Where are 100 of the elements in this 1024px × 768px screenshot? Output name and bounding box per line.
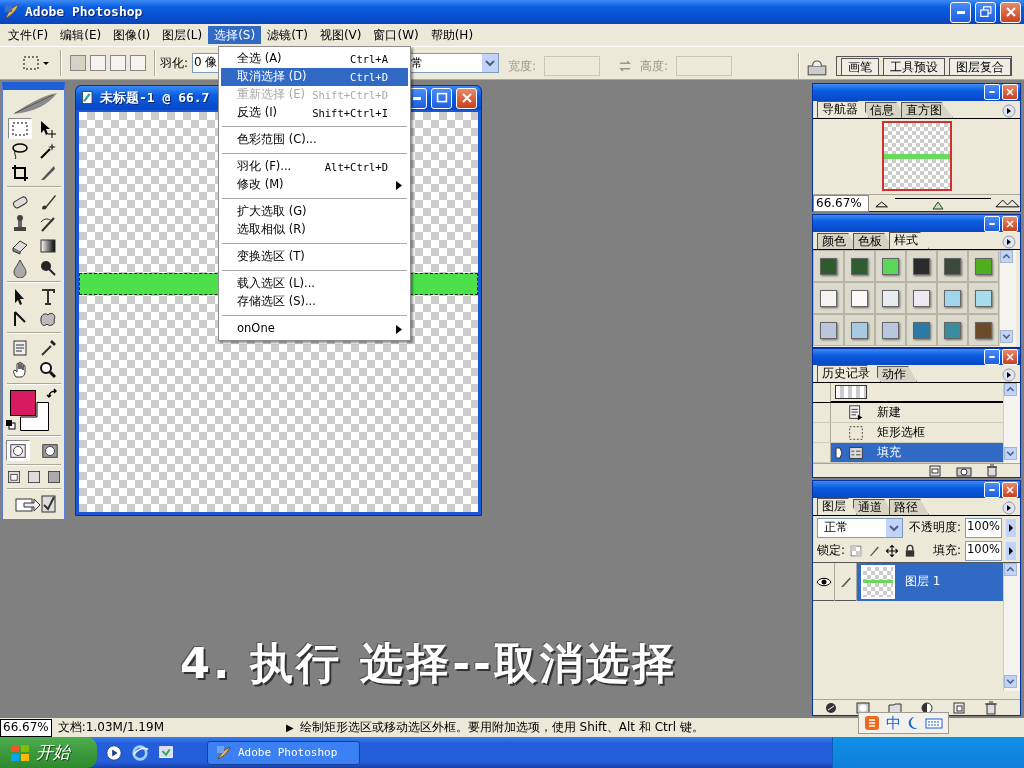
palette-well-tab[interactable]: 画笔: [841, 57, 880, 75]
close-button[interactable]: [456, 87, 477, 109]
palette-tab[interactable]: 样式: [889, 232, 929, 249]
zoom-field[interactable]: 66.67%: [813, 194, 870, 212]
close-button[interactable]: [1002, 84, 1018, 101]
default-colors-icon[interactable]: [5, 420, 16, 430]
palette-menu-icon[interactable]: [1002, 501, 1016, 515]
menu-option[interactable]: 扩大选取 (G): [221, 203, 408, 221]
menu-option[interactable]: 取消选择 (D) Ctrl+D: [221, 68, 408, 86]
menu-option[interactable]: onOne: [221, 320, 408, 338]
palette-well-tab[interactable]: 工具预设: [883, 57, 946, 75]
zoom-in-mountains-icon[interactable]: [994, 197, 1020, 209]
folder-icon[interactable]: [888, 700, 902, 715]
palette-menu-icon[interactable]: [1002, 368, 1016, 382]
zoom-slider[interactable]: [894, 198, 991, 212]
menu-option[interactable]: 羽化 (F)... Alt+Ctrl+D: [221, 158, 408, 176]
blend-mode-dropdown[interactable]: 正常: [817, 517, 903, 538]
menu-item[interactable]: 视图(V): [313, 25, 368, 45]
screen-mode-icon[interactable]: [25, 469, 42, 485]
browser-icon[interactable]: [131, 743, 149, 762]
fx-icon[interactable]: [824, 700, 838, 715]
style-swatch[interactable]: [875, 314, 906, 346]
trash-icon[interactable]: [984, 700, 998, 715]
history-state[interactable]: 新建: [813, 403, 1003, 423]
style-swatch[interactable]: [844, 250, 875, 282]
slider-thumb-icon[interactable]: [931, 201, 944, 210]
start-button[interactable]: 开始: [0, 737, 97, 768]
style-swatch[interactable]: [906, 314, 937, 346]
close-button[interactable]: [1002, 349, 1018, 365]
feather-field[interactable]: 0 像: [192, 53, 220, 73]
lasso-icon[interactable]: [9, 140, 30, 161]
scrollbar[interactable]: [999, 250, 1016, 346]
palette-tab[interactable]: 路径: [889, 499, 929, 515]
close-button[interactable]: [1000, 1, 1021, 23]
dashed-rectangle-icon[interactable]: [20, 53, 42, 73]
palette-menu-icon[interactable]: [1002, 235, 1016, 249]
menu-item[interactable]: 帮助(H): [424, 25, 480, 45]
height-field[interactable]: [676, 56, 733, 76]
style-swatch[interactable]: [968, 314, 999, 346]
style-swatch[interactable]: [875, 250, 906, 282]
history-state[interactable]: 填充: [813, 443, 1003, 463]
menu-item[interactable]: 图像(I): [107, 25, 157, 45]
menu-option[interactable]: 反选 (I) Shift+Ctrl+I: [221, 104, 408, 122]
mask-icon[interactable]: [856, 700, 870, 715]
menu-option[interactable]: 全选 (A) Ctrl+A: [221, 50, 408, 68]
style-swatch[interactable]: [937, 282, 968, 314]
close-button[interactable]: [1002, 215, 1018, 232]
style-swatch[interactable]: [813, 314, 844, 346]
style-swatch[interactable]: [937, 250, 968, 282]
scrollbar[interactable]: [1003, 563, 1020, 691]
menu-option[interactable]: 色彩范围 (C)...: [221, 131, 408, 149]
swap-arrow-icon[interactable]: [45, 388, 58, 400]
minimize-button[interactable]: [950, 1, 971, 23]
media-player-icon[interactable]: [105, 743, 123, 762]
palette-menu-icon[interactable]: [1002, 103, 1016, 118]
style-swatch[interactable]: [813, 282, 844, 314]
style-swatch[interactable]: [968, 250, 999, 282]
menu-option[interactable]: 选取相似 (R): [221, 221, 408, 239]
menu-option[interactable]: 修改 (M): [221, 176, 408, 194]
camera-icon[interactable]: [956, 464, 972, 477]
palette-tab[interactable]: 动作: [877, 366, 917, 382]
style-swatch[interactable]: [844, 314, 875, 346]
palette-tab[interactable]: 图层: [817, 498, 857, 515]
menu-item[interactable]: 选择(S): [208, 25, 262, 45]
taskbar-button[interactable]: Adobe Photoshop: [207, 740, 360, 765]
menu-item[interactable]: 滤镜(T): [261, 25, 314, 45]
foreground-color-swatch[interactable]: [9, 390, 36, 416]
move-arrows-icon[interactable]: [885, 543, 900, 558]
maximize-button[interactable]: [431, 87, 452, 109]
screen-mode-icon[interactable]: [5, 469, 22, 485]
restore-button[interactable]: [975, 1, 996, 23]
minimize-button[interactable]: [984, 84, 1000, 101]
magnifier-icon[interactable]: [37, 359, 58, 380]
style-swatch[interactable]: [813, 250, 844, 282]
width-field[interactable]: [544, 56, 601, 76]
new-layer-icon[interactable]: [952, 700, 966, 715]
minimize-button[interactable]: [984, 481, 1000, 498]
crop-icon[interactable]: [9, 162, 30, 183]
trash-icon[interactable]: [986, 464, 998, 477]
scrollbar[interactable]: [1003, 383, 1020, 463]
menu-item[interactable]: 文件(F): [2, 25, 55, 45]
menu-item[interactable]: 窗口(W): [367, 25, 425, 45]
style-swatch[interactable]: [968, 282, 999, 314]
fill-field[interactable]: 100%: [965, 540, 1002, 561]
zoom-field[interactable]: 66.67%: [0, 718, 52, 737]
opacity-field[interactable]: 100%: [965, 517, 1002, 538]
background-color-swatch[interactable]: [19, 402, 49, 431]
selection-mode-button[interactable]: [110, 55, 126, 71]
standard-mode-button[interactable]: [5, 440, 30, 461]
new-document-icon[interactable]: [928, 464, 942, 477]
style-swatch[interactable]: [844, 282, 875, 314]
menu-option[interactable]: 载入选区 (L)...: [221, 275, 408, 293]
palette-tab[interactable]: 历史记录: [817, 365, 881, 382]
menu-option[interactable]: 存储选区 (S)...: [221, 293, 408, 311]
screen-mode-icon[interactable]: [45, 469, 62, 485]
minimize-button[interactable]: [984, 349, 1000, 365]
ime-mode-toggle[interactable]: 中: [886, 714, 901, 732]
style-swatch[interactable]: [875, 282, 906, 314]
style-dropdown[interactable]: 常: [408, 53, 499, 73]
selection-mode-button[interactable]: [90, 55, 106, 71]
